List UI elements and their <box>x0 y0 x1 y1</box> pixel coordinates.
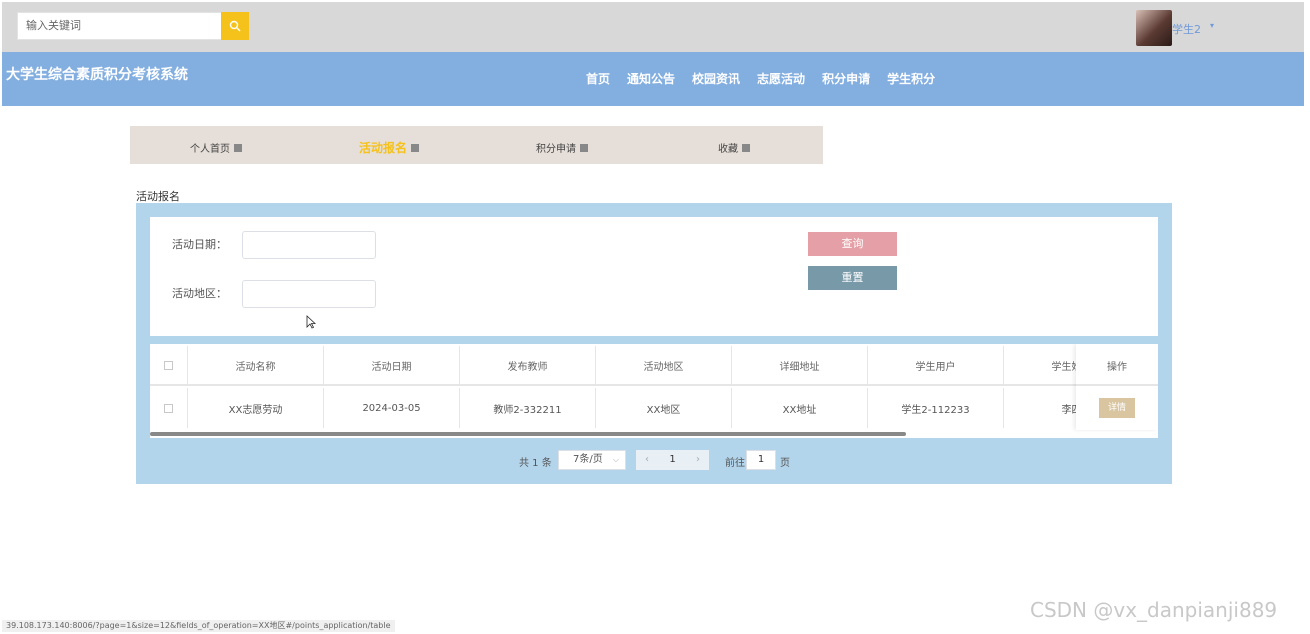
table-cell: 学生2-112233 <box>868 388 1004 428</box>
table-cell: 教师2-332211 <box>460 388 596 428</box>
pager-total: 共 1 条 <box>519 458 552 469</box>
nav-item-points-apply[interactable]: 积分申请 <box>822 70 870 87</box>
watermark: CSDN @vx_danpianji889 <box>1030 598 1278 622</box>
home-icon <box>234 143 242 152</box>
col-header-ops: 操作 <box>1076 346 1158 386</box>
reset-button[interactable]: 重置 <box>808 266 897 290</box>
filter-box: 活动日期： 活动地区： 查询 重置 <box>150 217 1158 336</box>
home-icon <box>580 143 588 152</box>
home-icon <box>411 143 420 152</box>
table-cell: XX志愿劳动 <box>188 388 324 428</box>
page-size-select[interactable]: 7条/页 ⌵ <box>558 450 626 470</box>
subnav-label: 积分申请 <box>536 144 576 155</box>
activity-panel: 活动日期： 活动地区： 查询 重置 活动名称 活动日期 发布教师 活动地区 详细… <box>136 203 1172 484</box>
goto-label: 前往 <box>725 458 745 469</box>
chevron-down-icon: ⌵ <box>612 455 619 464</box>
home-icon <box>742 143 750 152</box>
pagination: 共 1 条 7条/页 ⌵ ‹ 1 › 前往 1 页 <box>136 450 1172 470</box>
select-all-checkbox[interactable] <box>164 360 173 370</box>
goto-page-input[interactable]: 1 <box>746 450 776 470</box>
subnav-item-favorites[interactable]: 收藏 <box>718 140 750 155</box>
search-icon <box>229 20 241 32</box>
sub-nav: 个人首页 活动报名 积分申请 收藏 <box>130 126 823 164</box>
section-title: 活动报名 <box>136 190 180 203</box>
col-header: 详细地址 <box>732 346 868 386</box>
next-page-button[interactable]: › <box>687 450 709 470</box>
top-bar: 输入关键词 学生2 ▾ <box>2 2 1304 52</box>
user-name[interactable]: 学生2 <box>1172 21 1201 37</box>
table-cell: XX地区 <box>596 388 732 428</box>
select-all-cell <box>150 346 188 386</box>
row-checkbox[interactable] <box>164 403 173 413</box>
col-header: 发布教师 <box>460 346 596 386</box>
mouse-cursor-icon <box>306 315 316 329</box>
subnav-label: 收藏 <box>718 144 738 155</box>
row-select-cell <box>150 388 188 428</box>
query-button[interactable]: 查询 <box>808 232 897 256</box>
search-input[interactable]: 输入关键词 <box>17 12 223 40</box>
col-header: 活动地区 <box>596 346 732 386</box>
activity-table: 活动名称 活动日期 发布教师 活动地区 详细地址 学生用户 学生姓名 XX志愿劳… <box>150 344 1158 438</box>
region-input[interactable] <box>242 280 376 308</box>
site-title: 大学生综合素质积分考核系统 <box>6 67 188 83</box>
nav-item-news[interactable]: 校园资讯 <box>692 70 740 87</box>
ops-cell: 详情 <box>1076 388 1158 428</box>
subnav-item-profile[interactable]: 个人首页 <box>190 140 242 155</box>
table-cell: 2024-03-05 <box>324 388 460 428</box>
main-nav: 首页 通知公告 校园资讯 志愿活动 积分申请 学生积分 <box>586 70 952 87</box>
chevron-down-icon[interactable]: ▾ <box>1210 21 1214 30</box>
page-size-value: 7条/页 <box>573 454 603 465</box>
subnav-label: 活动报名 <box>359 141 408 155</box>
nav-item-home[interactable]: 首页 <box>586 70 610 87</box>
region-label: 活动地区： <box>172 287 227 300</box>
table-cell: XX地址 <box>732 388 868 428</box>
date-input[interactable] <box>242 231 376 259</box>
col-header: 活动名称 <box>188 346 324 386</box>
status-url: 39.108.173.140:8006/?page=1&size=12&fiel… <box>2 620 395 632</box>
detail-button[interactable]: 详情 <box>1099 398 1135 418</box>
search-button[interactable] <box>221 12 249 40</box>
page-suffix: 页 <box>780 458 790 469</box>
date-label: 活动日期： <box>172 238 227 251</box>
avatar[interactable] <box>1136 10 1172 46</box>
prev-page-button[interactable]: ‹ <box>636 450 658 470</box>
page-number-current[interactable]: 1 <box>658 450 687 470</box>
table-scrollbar[interactable] <box>150 432 906 436</box>
subnav-item-points-apply[interactable]: 积分申请 <box>536 140 588 155</box>
col-header: 活动日期 <box>324 346 460 386</box>
main-navbar: 大学生综合素质积分考核系统 首页 通知公告 校园资讯 志愿活动 积分申请 学生积… <box>2 52 1304 106</box>
nav-item-volunteer[interactable]: 志愿活动 <box>757 70 805 87</box>
nav-item-notices[interactable]: 通知公告 <box>627 70 675 87</box>
subnav-item-activity-signup[interactable]: 活动报名 <box>359 139 420 156</box>
nav-item-student-points[interactable]: 学生积分 <box>887 70 935 87</box>
ops-column: 操作 详情 <box>1076 344 1158 430</box>
col-header: 学生用户 <box>868 346 1004 386</box>
subnav-label: 个人首页 <box>190 144 230 155</box>
